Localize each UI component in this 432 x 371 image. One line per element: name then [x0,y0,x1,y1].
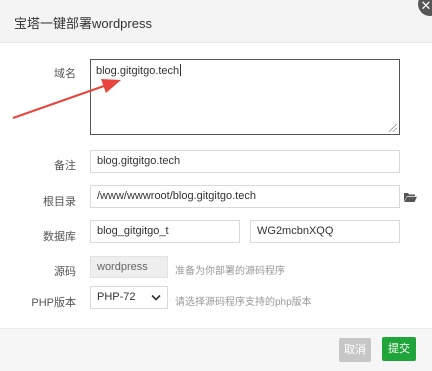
chevron-down-icon [151,294,161,301]
source-hint: 准备为你部署的源码程序 [175,266,285,277]
text-caret [180,64,182,76]
close-button[interactable]: ✕ [418,0,432,16]
database-name-input[interactable]: blog_gitgitgo_t [90,220,240,243]
php-version-value: PHP-72 [97,291,136,303]
source-label: 源码 [54,266,76,278]
domain-textarea[interactable]: blog.gitgitgo.tech [90,59,400,135]
root-dir-label: 根目录 [43,196,76,208]
source-input: wordpress [90,256,168,278]
php-label: PHP版本 [31,297,76,309]
domain-label: 域名 [54,68,76,80]
root-dir-input[interactable]: /www/wwwroot/blog.gitgitgo.tech [90,185,400,208]
database-password-input[interactable]: WG2mcbnXQQ [250,220,400,243]
folder-icon[interactable] [404,192,417,202]
database-label: 数据库 [43,231,76,243]
remark-label: 备注 [54,160,76,172]
deploy-dialog: 宝塔一键部署wordpress ✕ 域名 blog.gitgitgo.tech … [0,0,432,371]
dialog-titlebar: 宝塔一键部署wordpress [0,0,432,43]
close-icon: ✕ [420,0,432,14]
domain-value: blog.gitgitgo.tech [96,65,180,77]
cancel-button[interactable]: 取消 [339,338,371,362]
php-hint: 请选择源码程序支持的php版本 [175,297,312,308]
dialog-title: 宝塔一键部署wordpress [14,16,152,31]
remark-input[interactable]: blog.gitgitgo.tech [90,150,400,173]
resize-grip-icon[interactable] [389,124,397,132]
submit-button[interactable]: 提交 [382,337,416,361]
php-version-select[interactable]: PHP-72 [90,286,168,309]
